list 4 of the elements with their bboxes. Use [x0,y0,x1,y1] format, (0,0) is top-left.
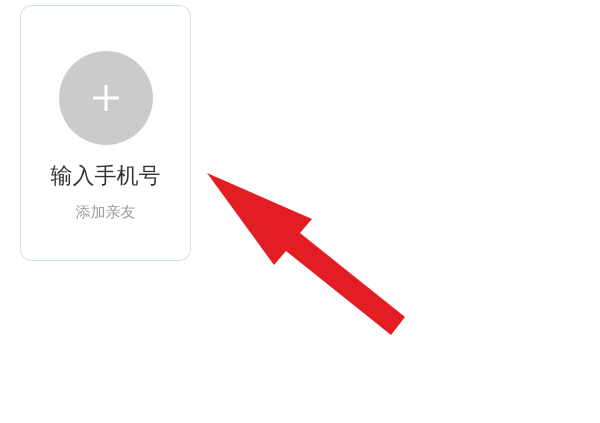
arrow-icon [207,173,405,335]
card-title: 输入手机号 [50,163,160,191]
card-subtitle: 添加亲友 [76,202,136,222]
add-contact-card[interactable]: 输入手机号 添加亲友 [20,5,191,261]
